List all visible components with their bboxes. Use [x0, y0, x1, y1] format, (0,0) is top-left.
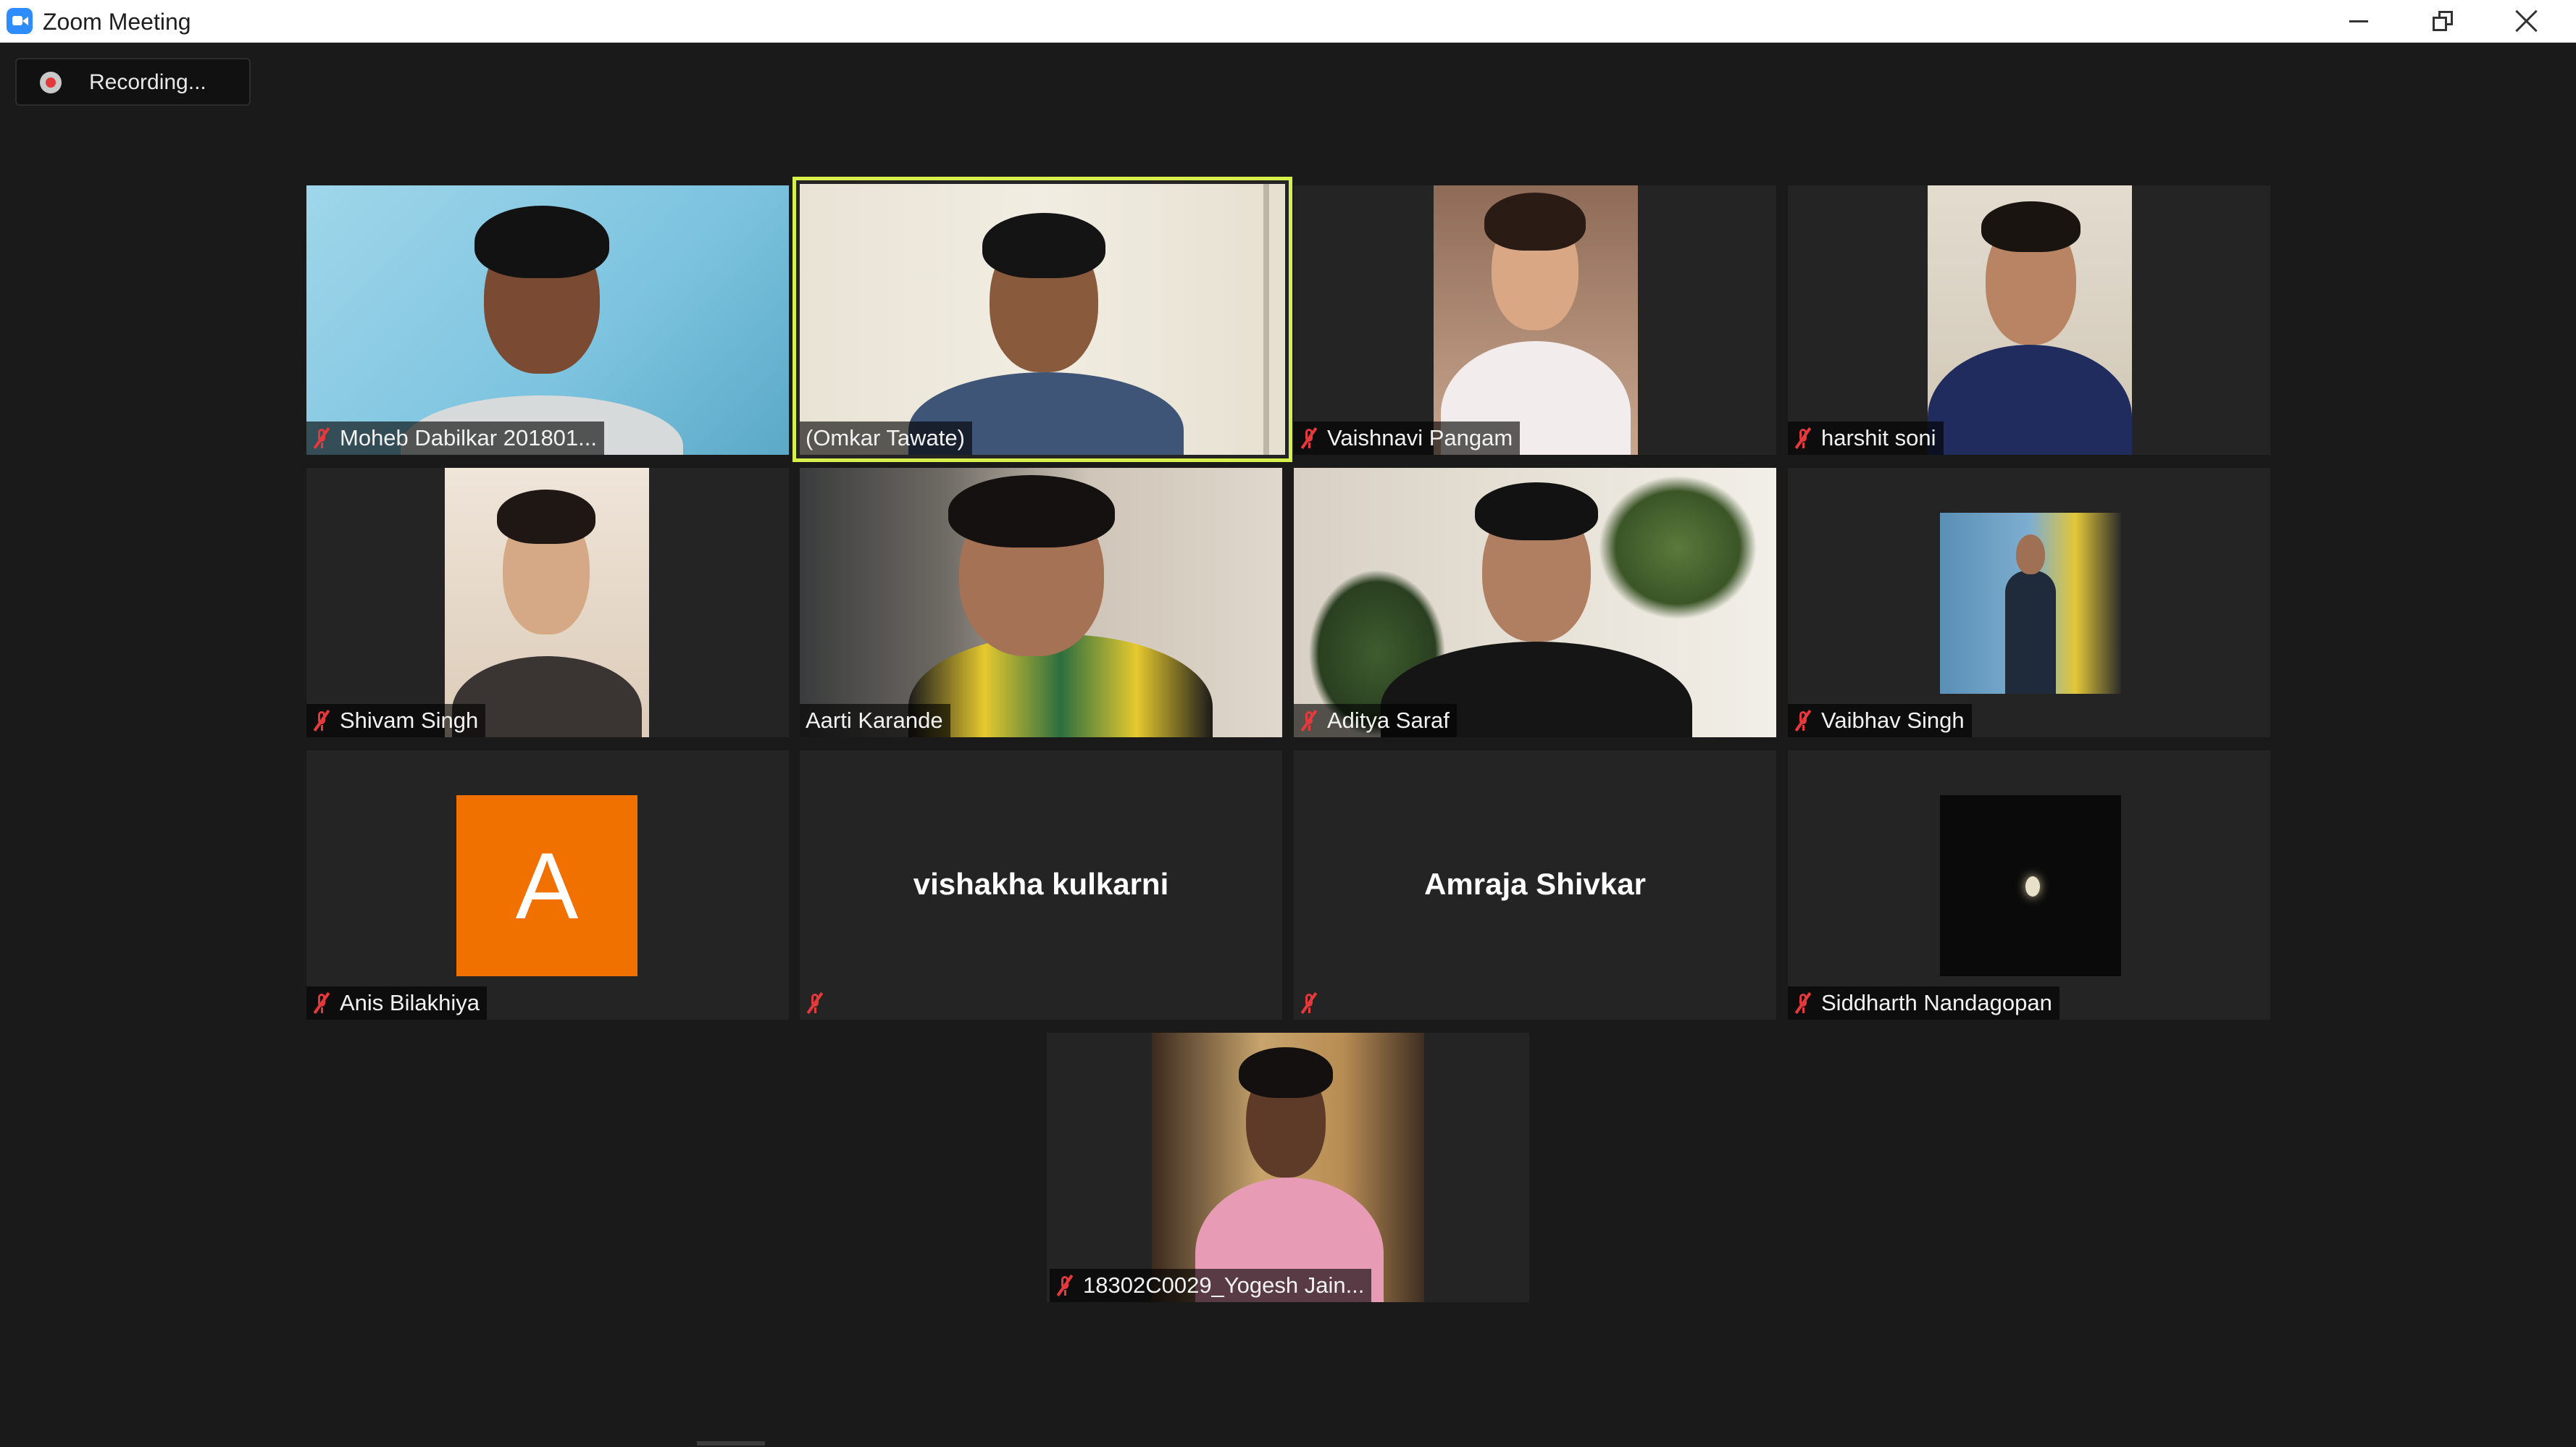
participant-name: Anis Bilakhiya — [340, 990, 480, 1015]
video-tile[interactable]: Shivam Singh — [306, 468, 789, 737]
mic-muted-icon — [312, 427, 330, 450]
participant-name: Aditya Saraf — [1327, 708, 1450, 733]
video-tile[interactable]: Amraja Shivkar — [1294, 750, 1776, 1020]
mic-muted-icon — [1300, 427, 1318, 450]
video-tile[interactable]: vishakha kulkarni — [800, 750, 1282, 1020]
video-tile[interactable]: Vaishnavi Pangam — [1294, 185, 1776, 455]
participant-video — [1940, 513, 2121, 694]
video-tile[interactable]: Aarti Karande — [800, 468, 1282, 737]
participant-name: 18302C0029_Yogesh Jain... — [1083, 1272, 1365, 1298]
participant-name: Shivam Singh — [340, 708, 479, 733]
participant-name: harshit soni — [1821, 425, 1936, 450]
participant-video — [445, 468, 649, 737]
participant-name: Aarti Karande — [806, 708, 943, 733]
minimize-button[interactable] — [2317, 0, 2401, 42]
mic-muted-icon — [1300, 991, 1318, 1015]
window-title: Zoom Meeting — [43, 9, 191, 35]
restore-button[interactable] — [2401, 0, 2485, 42]
record-dot-icon — [40, 72, 62, 93]
participant-name: Vaibhav Singh — [1821, 708, 1965, 733]
video-tile[interactable]: harshit soni — [1788, 185, 2270, 455]
close-icon — [2515, 9, 2538, 33]
video-tile-active-speaker[interactable]: (Omkar Tawate) — [793, 177, 1292, 462]
video-tile[interactable]: Moheb Dabilkar 201801... — [306, 185, 789, 455]
participant-video — [1928, 185, 2132, 455]
video-tile[interactable]: Vaibhav Singh — [1788, 468, 2270, 737]
mic-muted-icon — [1794, 991, 1812, 1015]
participant-name-tag: Shivam Singh — [306, 704, 486, 737]
participant-video — [800, 184, 1285, 455]
mic-muted-icon — [312, 709, 330, 732]
mic-muted-icon — [312, 991, 330, 1015]
participant-name: Vaishnavi Pangam — [1327, 425, 1513, 450]
participant-name: Siddharth Nandagopan — [1821, 990, 2052, 1015]
participant-name-tag: Aditya Saraf — [1294, 704, 1457, 737]
gallery-scroll-indicator[interactable] — [697, 1441, 765, 1446]
participant-display-name: vishakha kulkarni — [913, 867, 1169, 901]
participant-name-tag: Vaibhav Singh — [1788, 704, 1972, 737]
video-tile[interactable]: 18302C0029_Yogesh Jain... — [1047, 1033, 1529, 1302]
participant-video — [1940, 795, 2121, 976]
participant-name-tag: Anis Bilakhiya — [306, 986, 487, 1020]
participant-name-tag: Siddharth Nandagopan — [1788, 986, 2059, 1020]
participant-video — [1434, 185, 1638, 455]
participant-video — [1152, 1033, 1424, 1302]
participant-name-tag: Vaishnavi Pangam — [1294, 421, 1521, 455]
video-tile[interactable]: Aditya Saraf — [1294, 468, 1776, 737]
participant-avatar: A — [456, 795, 637, 976]
participant-name-tag: 18302C0029_Yogesh Jain... — [1050, 1269, 1372, 1302]
video-tile[interactable]: A Anis Bilakhiya — [306, 750, 789, 1020]
participant-name-tag: Moheb Dabilkar 201801... — [306, 421, 605, 455]
restore-icon — [2433, 11, 2453, 31]
participant-video — [800, 468, 1282, 737]
participant-name-tag: Aarti Karande — [800, 704, 950, 737]
participant-name: (Omkar Tawate) — [806, 425, 965, 450]
title-bar: Zoom Meeting — [0, 0, 2576, 43]
mic-muted-icon — [1300, 709, 1318, 732]
recording-label: Recording... — [89, 70, 206, 94]
mic-muted-icon — [1794, 427, 1812, 450]
participant-name-tag: harshit soni — [1788, 421, 1944, 455]
participant-name-tag: (Omkar Tawate) — [800, 421, 972, 455]
participant-name-tag — [800, 986, 840, 1020]
video-tile[interactable]: Siddharth Nandagopan — [1788, 750, 2270, 1020]
participant-display-name: Amraja Shivkar — [1424, 867, 1646, 901]
minimize-icon — [2349, 20, 2368, 22]
mic-muted-icon — [1055, 1274, 1074, 1297]
mic-muted-icon — [1794, 709, 1812, 732]
participant-name: Moheb Dabilkar 201801... — [340, 425, 598, 450]
zoom-app-icon — [7, 8, 33, 34]
recording-indicator[interactable]: Recording... — [15, 58, 251, 106]
mic-muted-icon — [806, 991, 824, 1015]
participant-video — [306, 185, 789, 455]
close-button[interactable] — [2485, 0, 2569, 42]
participant-video — [1294, 468, 1776, 737]
participant-name-tag — [1294, 986, 1334, 1020]
